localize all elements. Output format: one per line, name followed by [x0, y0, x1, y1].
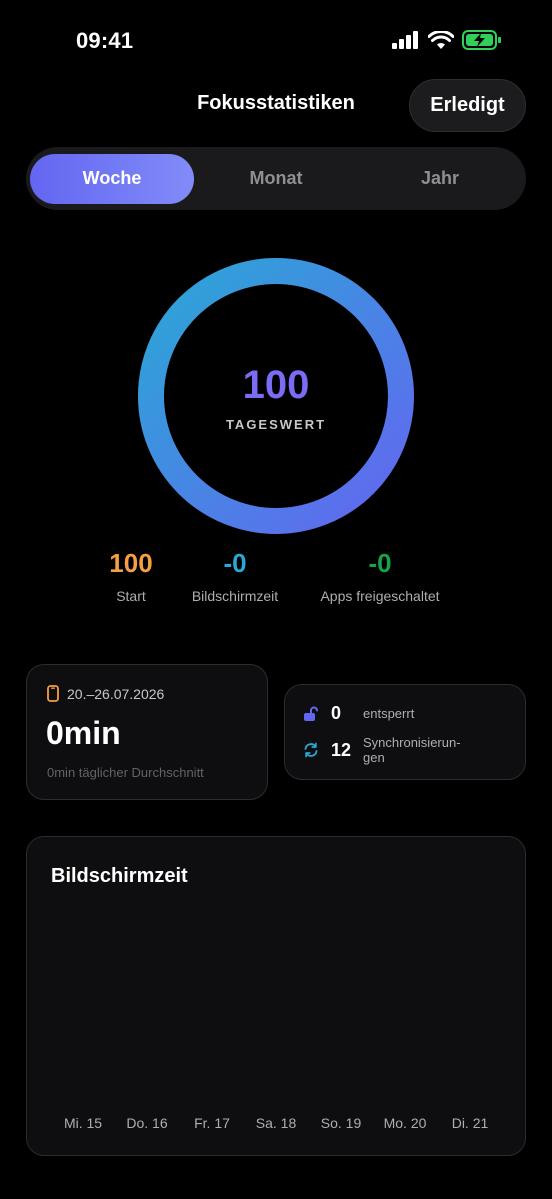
day-label: So. 19: [320, 1115, 362, 1131]
stat-start: 100 Start: [91, 548, 171, 604]
day-label: Di. 21: [451, 1115, 489, 1131]
stat-start-value: 100: [109, 548, 153, 578]
wifi-icon: [428, 30, 454, 49]
tab-week[interactable]: Woche: [30, 153, 194, 204]
chart-title: Bildschirmzeit: [51, 865, 188, 887]
stat-apps-unlocked-value: -0: [368, 548, 392, 578]
done-button[interactable]: Erledigt: [409, 79, 526, 132]
week-range-row: 20.–26.07.2026: [47, 685, 164, 702]
status-time: 09:41: [76, 28, 134, 53]
battery-charging-icon: [462, 30, 501, 50]
unlock-icon: [304, 706, 318, 721]
stat-start-label: Start: [116, 588, 146, 604]
sync-row: 12 Synchronisierun- gen: [303, 735, 461, 765]
stat-apps-unlocked: -0 Apps freigeschaltet: [305, 548, 455, 604]
tab-month[interactable]: Monat: [194, 154, 358, 204]
week-average: 0min täglicher Durchschnitt: [47, 765, 204, 780]
period-segmented-control: Woche Monat Jahr: [26, 147, 526, 210]
day-label: Mo. 20: [383, 1115, 427, 1131]
sync-label: Synchronisierun- gen: [363, 735, 461, 765]
week-total: 0min: [46, 715, 121, 751]
unlock-sync-card: 0 entsperrt 12 Synchronisierun- gen: [284, 684, 526, 780]
week-range: 20.–26.07.2026: [67, 685, 165, 702]
score-label: TAGESWERT: [225, 417, 327, 432]
score-ring: 100 TAGESWERT: [138, 258, 414, 534]
signal-icon: [392, 31, 418, 49]
status-icons: [392, 30, 502, 50]
screen-time-chart-card: Bildschirmzeit Mi. 15 Do. 16 Fr. 17 Sa. …: [26, 836, 526, 1156]
sync-label-line1: Synchronisierun-: [363, 735, 461, 750]
unlocked-row: 0 entsperrt: [303, 703, 414, 724]
unlocked-label: entsperrt: [363, 706, 415, 721]
score-value: 100: [242, 363, 310, 407]
status-bar: 09:41: [0, 0, 552, 80]
tab-year[interactable]: Jahr: [358, 154, 522, 204]
day-label: Fr. 17: [194, 1115, 230, 1131]
sync-label-line2: gen: [363, 750, 385, 765]
day-label: Sa. 18: [255, 1115, 297, 1131]
stat-screen-time: -0 Bildschirmzeit: [175, 548, 295, 604]
phone-icon: [47, 685, 59, 702]
week-summary-card: 20.–26.07.2026 0min 0min täglicher Durch…: [26, 664, 268, 800]
stat-screen-time-value: -0: [223, 548, 247, 578]
day-label: Mi. 15: [63, 1115, 103, 1131]
day-label: Do. 16: [126, 1115, 168, 1131]
stat-screen-time-label: Bildschirmzeit: [191, 588, 279, 604]
stat-apps-unlocked-label: Apps freigeschaltet: [320, 588, 440, 604]
unlocked-count: 0: [331, 703, 342, 723]
sync-count: 12: [331, 739, 352, 760]
sync-icon: [304, 742, 318, 758]
